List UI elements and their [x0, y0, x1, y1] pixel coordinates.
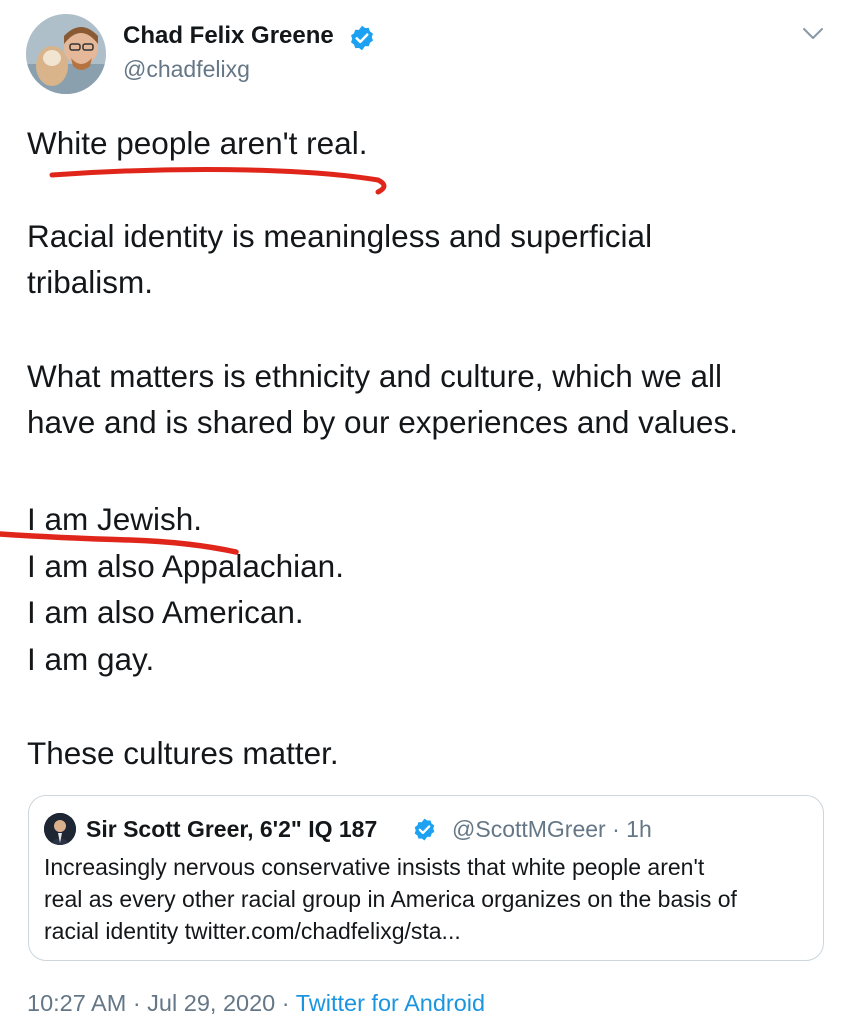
tweet-line: I am also American.	[27, 594, 304, 630]
tweet-line: I am Jewish.	[27, 501, 203, 537]
quoted-handle-time[interactable]: @ScottMGreer · 1h	[452, 816, 652, 843]
quoted-author-avatar[interactable]	[44, 813, 76, 845]
quoted-tweet-line: Increasingly nervous conservative insist…	[44, 854, 705, 880]
verified-badge-icon	[414, 818, 435, 841]
quoted-tweet-line: real as every other racial group in Amer…	[44, 886, 737, 912]
quoted-author-name[interactable]: Sir Scott Greer, 6'2" IQ 187	[86, 816, 377, 843]
tweet-line: These cultures matter.	[27, 735, 339, 771]
tweet-line: Racial identity is meaningless and super…	[27, 218, 653, 254]
tweet-line: White people aren't real.	[27, 125, 368, 161]
tweet-source-link[interactable]: Twitter for Android	[296, 990, 485, 1016]
author-avatar[interactable]	[26, 14, 106, 94]
tweet-timestamp[interactable]: 10:27 AM · Jul 29, 2020 ·	[27, 990, 296, 1016]
chevron-down-icon[interactable]	[802, 26, 824, 42]
tweet-line: tribalism.	[27, 264, 154, 300]
author-name[interactable]: Chad Felix Greene	[123, 22, 334, 50]
avatar-photo	[26, 14, 106, 94]
quoted-tweet-line: racial identity twitter.com/chadfelixg/s…	[44, 918, 461, 944]
quoted-avatar-photo	[44, 813, 76, 845]
tweet-line: have and is shared by our experiences an…	[27, 404, 738, 440]
verified-badge-icon	[351, 25, 373, 51]
tweet-line: I am gay.	[27, 641, 155, 677]
tweet-line: What matters is ethnicity and culture, w…	[27, 358, 723, 394]
tweet-line: I am also Appalachian.	[27, 548, 344, 584]
author-handle[interactable]: @chadfelixg	[123, 56, 250, 83]
tweet-meta: 10:27 AM · Jul 29, 2020 · Twitter for An…	[27, 990, 485, 1017]
